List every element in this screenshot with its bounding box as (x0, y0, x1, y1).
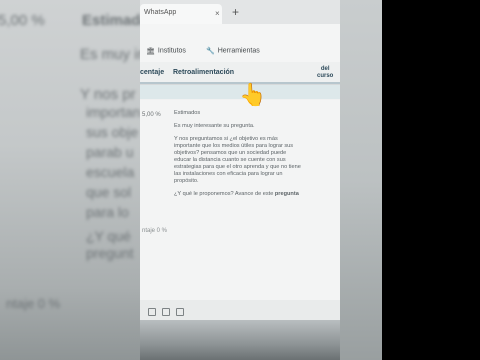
browser-tab-bar: WhatsApp × + (140, 0, 340, 25)
tab-label: curso (317, 73, 334, 79)
nav-item-institutos[interactable]: 🏛 Institutos (146, 47, 186, 56)
tab-curso[interactable]: del curso (317, 66, 333, 80)
site-nav: 🏛 Institutos 🔧 Herramientas (140, 24, 340, 63)
backdrop-text: 5,00 % (0, 12, 45, 29)
grade-percentage: ntaje 0 % (142, 228, 168, 234)
toolbar-icon[interactable] (176, 308, 184, 316)
screen-bottom-shadow (140, 320, 340, 360)
toolbar-icon[interactable] (148, 308, 156, 316)
toolbar-icon[interactable] (162, 308, 170, 316)
feedback-greeting: Estimados (174, 110, 201, 116)
backdrop-text: escuela (86, 164, 135, 180)
tab-label: del (320, 66, 330, 72)
video-frame: 5,00 % Estimada Es muy in Y nos pr impor… (0, 0, 480, 360)
institution-icon: 🏛 (146, 48, 155, 55)
grade-percentage: 5,00 % (142, 112, 161, 118)
feedback-paragraph: Es muy interesante su pregunta. (174, 123, 255, 129)
wrench-icon: 🔧 (206, 48, 215, 55)
feedback-paragraph: ¿Y qué le proponemos? Avance de este pre… (174, 191, 304, 198)
backdrop-text: ¿Y qué (86, 228, 131, 244)
blurred-backdrop-left: 5,00 % Estimada Es muy in Y nos pr impor… (0, 0, 140, 360)
backdrop-text: pregunt (86, 245, 134, 261)
feedback-paragraph: Y nos preguntamos si ¿el objetivo es más… (174, 136, 301, 184)
feedback-text-bold: pregunta (274, 191, 299, 197)
feedback-text-normal: ¿Y qué le proponemos? Avance de este (174, 191, 274, 197)
backdrop-text: sus obje (86, 124, 139, 140)
browser-tab[interactable]: WhatsApp × (140, 4, 222, 24)
new-tab-icon[interactable]: + (232, 5, 239, 19)
backdrop-text: importan (86, 104, 140, 120)
blurred-backdrop-right (340, 0, 480, 360)
tab-porcentaje[interactable]: centaje (140, 69, 164, 76)
bottom-toolbar (140, 300, 340, 320)
nav-item-herramientas[interactable]: 🔧 Herramientas (206, 47, 260, 56)
backdrop-text: parab u (86, 144, 134, 160)
nav-label: Institutos (157, 47, 186, 55)
backdrop-text: ntaje 0 % (6, 296, 61, 311)
pointing-hand-icon: 👆 (239, 82, 267, 107)
feedback-text: Estimados Es muy interesante su pregunta… (174, 110, 304, 204)
backdrop-text: Es muy in (80, 46, 140, 63)
backdrop-text: que sol (86, 184, 132, 200)
backdrop-panel (340, 0, 382, 360)
tab-retroalimentacion[interactable]: Retroalimentación (173, 69, 234, 76)
tab-label: WhatsApp (144, 9, 177, 16)
close-icon[interactable]: × (215, 9, 220, 18)
backdrop-text: Estimada (82, 12, 140, 29)
nav-label: Herramientas (217, 47, 260, 55)
backdrop-text: Y nos pr (80, 86, 136, 103)
phone-screen: WhatsApp × + 🏛 Institutos 🔧 Herramientas c… (140, 0, 340, 360)
feedback-row: 5,00 % Estimados Es muy interesante su p… (140, 100, 340, 320)
backdrop-text: para lo (86, 204, 129, 220)
